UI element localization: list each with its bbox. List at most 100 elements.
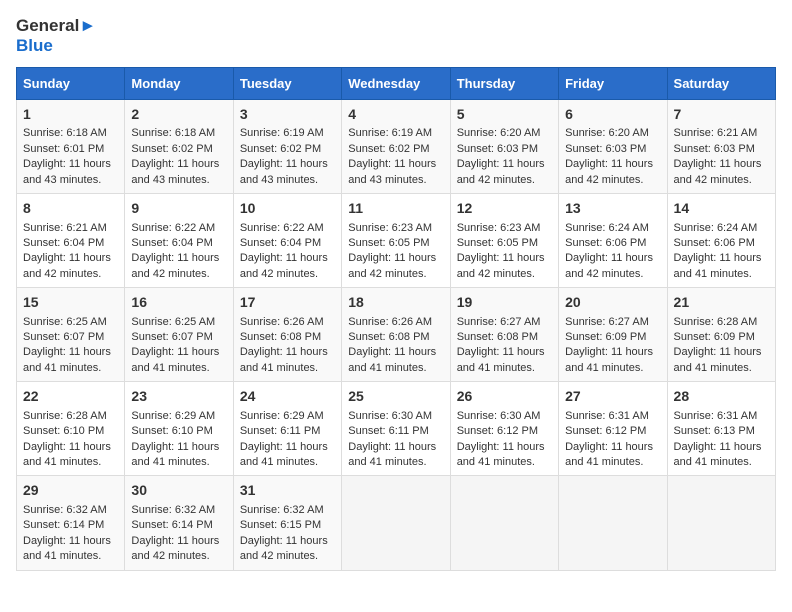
sunrise-label: Sunrise: 6:22 AM <box>131 222 215 234</box>
sunset-label: Sunset: 6:05 PM <box>348 237 429 249</box>
sunrise-label: Sunrise: 6:24 AM <box>565 222 649 234</box>
daylight-label: Daylight: 11 hoursand 41 minutes. <box>457 441 545 468</box>
sunset-label: Sunset: 6:03 PM <box>565 143 646 155</box>
sunset-label: Sunset: 6:10 PM <box>131 425 212 437</box>
sunrise-label: Sunrise: 6:18 AM <box>23 127 107 139</box>
sunrise-label: Sunrise: 6:25 AM <box>23 316 107 328</box>
day-number: 18 <box>348 293 443 313</box>
col-tuesday: Tuesday <box>233 67 341 99</box>
sunset-label: Sunset: 6:11 PM <box>240 425 321 437</box>
sunset-label: Sunset: 6:14 PM <box>23 519 104 531</box>
day-number: 7 <box>674 105 769 125</box>
daylight-label: Daylight: 11 hoursand 42 minutes. <box>565 158 653 185</box>
calendar-cell: 5 Sunrise: 6:20 AM Sunset: 6:03 PM Dayli… <box>450 99 558 193</box>
calendar-cell <box>342 476 450 570</box>
day-number: 2 <box>131 105 226 125</box>
daylight-label: Daylight: 11 hoursand 41 minutes. <box>348 441 436 468</box>
sunset-label: Sunset: 6:04 PM <box>240 237 321 249</box>
day-number: 14 <box>674 199 769 219</box>
day-number: 11 <box>348 199 443 219</box>
sunrise-label: Sunrise: 6:27 AM <box>457 316 541 328</box>
col-monday: Monday <box>125 67 233 99</box>
calendar-cell: 9 Sunrise: 6:22 AM Sunset: 6:04 PM Dayli… <box>125 193 233 287</box>
sunrise-label: Sunrise: 6:22 AM <box>240 222 324 234</box>
sunrise-label: Sunrise: 6:27 AM <box>565 316 649 328</box>
calendar-cell: 28 Sunrise: 6:31 AM Sunset: 6:13 PM Dayl… <box>667 382 775 476</box>
day-number: 15 <box>23 293 118 313</box>
sunrise-label: Sunrise: 6:31 AM <box>565 410 649 422</box>
daylight-label: Daylight: 11 hoursand 42 minutes. <box>565 252 653 279</box>
sunset-label: Sunset: 6:11 PM <box>348 425 429 437</box>
sunset-label: Sunset: 6:04 PM <box>131 237 212 249</box>
sunrise-label: Sunrise: 6:28 AM <box>23 410 107 422</box>
sunset-label: Sunset: 6:08 PM <box>240 331 321 343</box>
calendar-cell: 10 Sunrise: 6:22 AM Sunset: 6:04 PM Dayl… <box>233 193 341 287</box>
day-number: 19 <box>457 293 552 313</box>
sunrise-label: Sunrise: 6:18 AM <box>131 127 215 139</box>
calendar-cell: 13 Sunrise: 6:24 AM Sunset: 6:06 PM Dayl… <box>559 193 667 287</box>
daylight-label: Daylight: 11 hoursand 41 minutes. <box>565 441 653 468</box>
calendar-cell: 17 Sunrise: 6:26 AM Sunset: 6:08 PM Dayl… <box>233 288 341 382</box>
sunset-label: Sunset: 6:02 PM <box>240 143 321 155</box>
col-sunday: Sunday <box>17 67 125 99</box>
day-number: 8 <box>23 199 118 219</box>
daylight-label: Daylight: 11 hoursand 43 minutes. <box>23 158 111 185</box>
calendar-cell: 25 Sunrise: 6:30 AM Sunset: 6:11 PM Dayl… <box>342 382 450 476</box>
sunset-label: Sunset: 6:10 PM <box>23 425 104 437</box>
sunrise-label: Sunrise: 6:29 AM <box>131 410 215 422</box>
sunrise-label: Sunrise: 6:26 AM <box>348 316 432 328</box>
day-number: 31 <box>240 481 335 501</box>
daylight-label: Daylight: 11 hoursand 42 minutes. <box>131 535 219 562</box>
calendar-header-row: Sunday Monday Tuesday Wednesday Thursday… <box>17 67 776 99</box>
sunset-label: Sunset: 6:08 PM <box>348 331 429 343</box>
sunrise-label: Sunrise: 6:24 AM <box>674 222 758 234</box>
calendar-week-row: 29 Sunrise: 6:32 AM Sunset: 6:14 PM Dayl… <box>17 476 776 570</box>
sunrise-label: Sunrise: 6:23 AM <box>348 222 432 234</box>
calendar-cell: 23 Sunrise: 6:29 AM Sunset: 6:10 PM Dayl… <box>125 382 233 476</box>
calendar-cell: 15 Sunrise: 6:25 AM Sunset: 6:07 PM Dayl… <box>17 288 125 382</box>
day-number: 20 <box>565 293 660 313</box>
calendar-week-row: 8 Sunrise: 6:21 AM Sunset: 6:04 PM Dayli… <box>17 193 776 287</box>
daylight-label: Daylight: 11 hoursand 42 minutes. <box>674 158 762 185</box>
day-number: 13 <box>565 199 660 219</box>
daylight-label: Daylight: 11 hoursand 41 minutes. <box>674 252 762 279</box>
col-saturday: Saturday <box>667 67 775 99</box>
daylight-label: Daylight: 11 hoursand 41 minutes. <box>674 441 762 468</box>
sunrise-label: Sunrise: 6:25 AM <box>131 316 215 328</box>
calendar-table: Sunday Monday Tuesday Wednesday Thursday… <box>16 67 776 571</box>
sunset-label: Sunset: 6:12 PM <box>457 425 538 437</box>
sunset-label: Sunset: 6:02 PM <box>131 143 212 155</box>
calendar-cell: 29 Sunrise: 6:32 AM Sunset: 6:14 PM Dayl… <box>17 476 125 570</box>
calendar-week-row: 22 Sunrise: 6:28 AM Sunset: 6:10 PM Dayl… <box>17 382 776 476</box>
daylight-label: Daylight: 11 hoursand 42 minutes. <box>240 252 328 279</box>
calendar-cell: 8 Sunrise: 6:21 AM Sunset: 6:04 PM Dayli… <box>17 193 125 287</box>
sunset-label: Sunset: 6:07 PM <box>23 331 104 343</box>
daylight-label: Daylight: 11 hoursand 41 minutes. <box>23 346 111 373</box>
calendar-cell: 2 Sunrise: 6:18 AM Sunset: 6:02 PM Dayli… <box>125 99 233 193</box>
sunrise-label: Sunrise: 6:23 AM <box>457 222 541 234</box>
sunrise-label: Sunrise: 6:32 AM <box>131 504 215 516</box>
day-number: 1 <box>23 105 118 125</box>
daylight-label: Daylight: 11 hoursand 43 minutes. <box>240 158 328 185</box>
logo: General► Blue <box>16 16 96 57</box>
sunrise-label: Sunrise: 6:32 AM <box>23 504 107 516</box>
sunrise-label: Sunrise: 6:30 AM <box>348 410 432 422</box>
daylight-label: Daylight: 11 hoursand 41 minutes. <box>23 535 111 562</box>
calendar-cell <box>559 476 667 570</box>
page-header: General► Blue <box>16 16 776 57</box>
sunset-label: Sunset: 6:06 PM <box>674 237 755 249</box>
daylight-label: Daylight: 11 hoursand 41 minutes. <box>131 346 219 373</box>
day-number: 29 <box>23 481 118 501</box>
sunset-label: Sunset: 6:13 PM <box>674 425 755 437</box>
calendar-cell: 20 Sunrise: 6:27 AM Sunset: 6:09 PM Dayl… <box>559 288 667 382</box>
day-number: 27 <box>565 387 660 407</box>
day-number: 30 <box>131 481 226 501</box>
day-number: 6 <box>565 105 660 125</box>
sunset-label: Sunset: 6:01 PM <box>23 143 104 155</box>
daylight-label: Daylight: 11 hoursand 41 minutes. <box>457 346 545 373</box>
sunrise-label: Sunrise: 6:28 AM <box>674 316 758 328</box>
sunset-label: Sunset: 6:14 PM <box>131 519 212 531</box>
daylight-label: Daylight: 11 hoursand 41 minutes. <box>23 441 111 468</box>
calendar-cell: 16 Sunrise: 6:25 AM Sunset: 6:07 PM Dayl… <box>125 288 233 382</box>
calendar-cell: 18 Sunrise: 6:26 AM Sunset: 6:08 PM Dayl… <box>342 288 450 382</box>
